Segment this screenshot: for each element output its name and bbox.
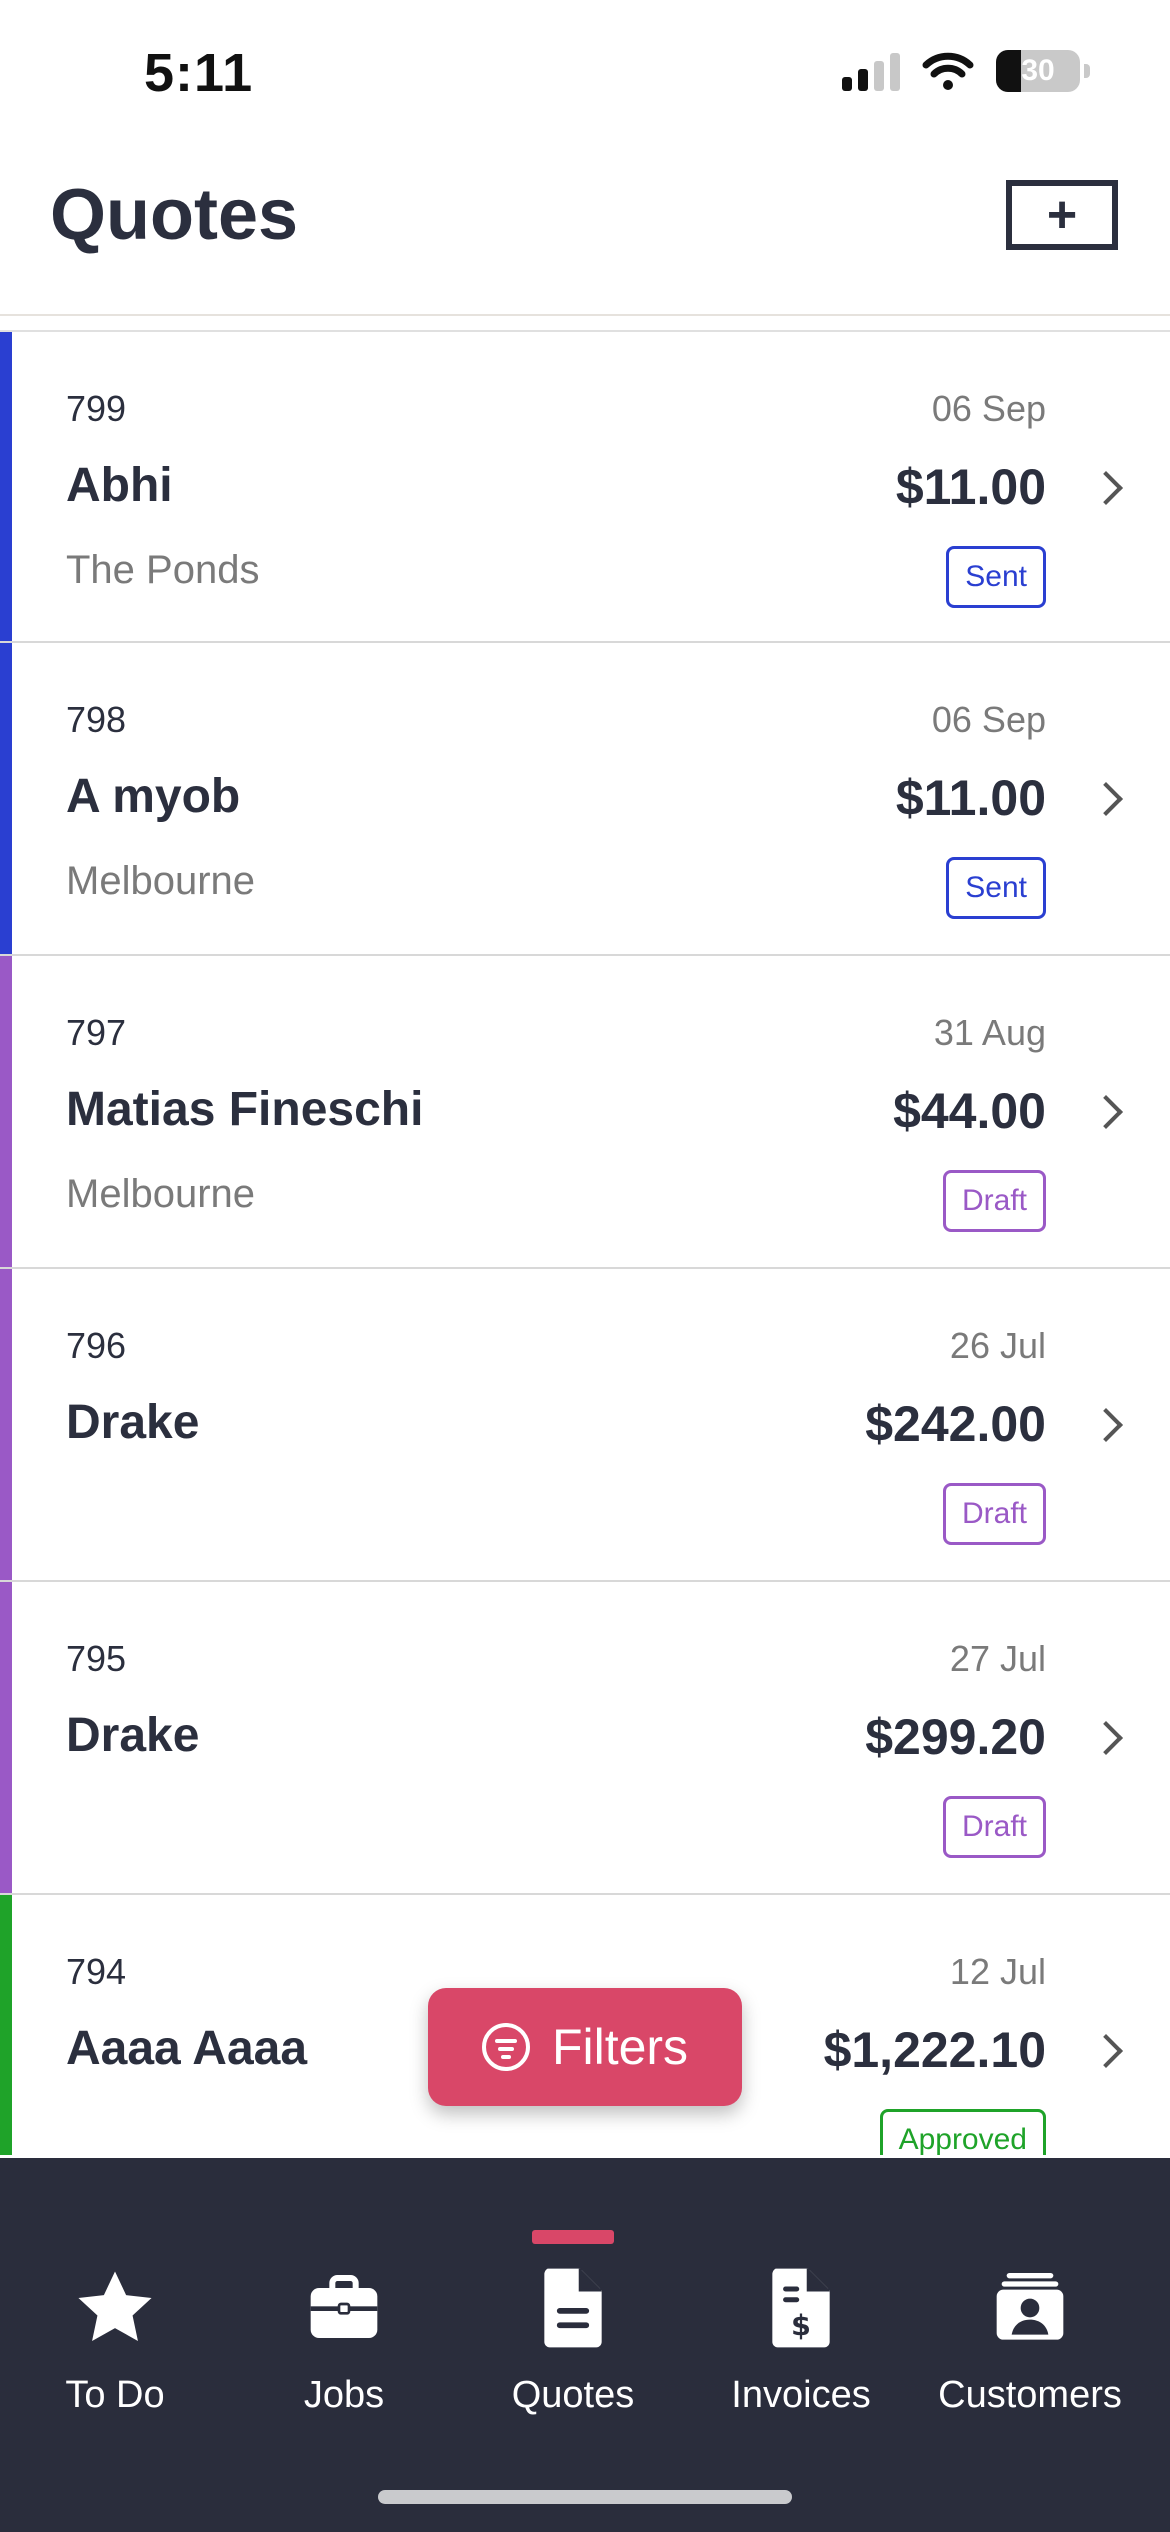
chevron-right-icon <box>1089 1095 1123 1129</box>
quote-row[interactable]: 797 31 Aug Matias Fineschi $44.00 Melbou… <box>0 956 1170 1269</box>
quote-number: 797 <box>66 1012 127 1053</box>
status-bar: 5:11 30 <box>0 0 1170 150</box>
wifi-icon <box>922 52 974 90</box>
status-color-bar <box>0 332 12 641</box>
status-badge: Approved <box>879 2109 1046 2155</box>
customer-name: Abhi <box>66 459 173 512</box>
quote-number: 794 <box>66 1951 127 1992</box>
chevron-right-icon <box>1089 1721 1123 1755</box>
quote-date: 06 Sep <box>931 388 1046 429</box>
quote-date: 12 Jul <box>949 1951 1046 1992</box>
filters-button[interactable]: Filters <box>428 1988 742 2106</box>
quote-amount: $299.20 <box>865 1709 1046 1765</box>
quote-location: The Ponds <box>66 548 260 592</box>
customer-name: Matias Fineschi <box>66 1083 424 1136</box>
customer-name: Aaaa Aaaa <box>66 2022 308 2075</box>
status-badge: Draft <box>942 1796 1046 1858</box>
customer-name: Drake <box>66 1709 200 1762</box>
quote-amount: $44.00 <box>893 1083 1046 1139</box>
chevron-right-icon <box>1089 1408 1123 1442</box>
tab-label: Jobs <box>303 2374 385 2416</box>
quote-row[interactable]: 799 06 Sep Abhi $11.00 The Ponds Sent <box>0 330 1170 643</box>
tab-to-do[interactable]: To Do <box>0 2258 230 2458</box>
quote-date: 26 Jul <box>949 1325 1046 1366</box>
svg-text:$: $ <box>791 2308 811 2342</box>
tab-label: Customers <box>938 2374 1122 2416</box>
tab-invoices[interactable]: $ Invoices <box>686 2258 916 2458</box>
add-quote-button[interactable]: + <box>1006 180 1118 250</box>
quote-number: 795 <box>66 1638 127 1679</box>
status-color-bar <box>0 1582 12 1893</box>
quote-row[interactable]: 796 26 Jul Drake $242.00 Draft <box>0 1269 1170 1582</box>
invoice-icon: $ <box>756 2258 846 2358</box>
status-badge: Sent <box>946 546 1046 608</box>
status-icons: 30 <box>842 50 1090 92</box>
filter-icon <box>481 2023 530 2071</box>
cellular-signal-icon <box>842 51 900 91</box>
quote-date: 06 Sep <box>931 699 1046 740</box>
status-color-bar <box>0 956 12 1267</box>
quote-number: 798 <box>66 699 127 740</box>
customer-card-icon <box>985 2258 1075 2358</box>
status-color-bar <box>0 1269 12 1580</box>
chevron-right-icon <box>1089 782 1123 816</box>
quote-amount: $11.00 <box>895 459 1046 515</box>
document-icon <box>528 2258 618 2358</box>
quote-date: 31 Aug <box>933 1012 1046 1053</box>
home-indicator <box>378 2490 792 2504</box>
chevron-right-icon <box>1089 2034 1123 2068</box>
tab-label: Quotes <box>511 2374 635 2416</box>
quote-number: 799 <box>66 388 127 429</box>
customer-name: A myob <box>66 770 241 823</box>
star-icon <box>70 2258 160 2358</box>
quote-location: Melbourne <box>66 859 256 903</box>
tab-jobs[interactable]: Jobs <box>229 2258 459 2458</box>
status-color-bar <box>0 1895 12 2155</box>
battery-level: 30 <box>1021 54 1055 87</box>
status-badge: Draft <box>942 1170 1046 1232</box>
chevron-right-icon <box>1089 471 1123 505</box>
battery-cap <box>1084 64 1090 78</box>
quote-amount: $1,222.10 <box>823 2022 1046 2078</box>
quote-date: 27 Jul <box>949 1638 1046 1679</box>
customer-name: Drake <box>66 1396 200 1449</box>
status-color-bar <box>0 643 12 954</box>
tab-label: Invoices <box>731 2374 871 2416</box>
quote-number: 796 <box>66 1325 127 1366</box>
page-title: Quotes <box>50 175 299 255</box>
quote-row[interactable]: 798 06 Sep A myob $11.00 Melbourne Sent <box>0 643 1170 956</box>
active-tab-indicator <box>532 2230 614 2244</box>
status-badge: Sent <box>946 857 1046 919</box>
header: Quotes + <box>0 150 1170 316</box>
tab-customers[interactable]: Customers <box>915 2258 1145 2458</box>
quote-amount: $242.00 <box>865 1396 1046 1452</box>
tab-quotes[interactable]: Quotes <box>458 2258 688 2458</box>
filters-label: Filters <box>551 2019 689 2075</box>
status-time: 5:11 <box>144 43 254 103</box>
quote-row[interactable]: 795 27 Jul Drake $299.20 Draft <box>0 1582 1170 1895</box>
quote-list: 799 06 Sep Abhi $11.00 The Ponds Sent 79… <box>0 330 1170 2155</box>
quote-amount: $11.00 <box>895 770 1046 826</box>
quote-location: Melbourne <box>66 1172 256 1216</box>
status-badge: Draft <box>942 1483 1046 1545</box>
battery-icon: 30 <box>996 50 1080 92</box>
briefcase-icon <box>299 2258 389 2358</box>
tab-label: To Do <box>65 2374 165 2416</box>
bottom-tab-bar: To Do Jobs Quotes $ Invoices Customers <box>0 2158 1170 2532</box>
